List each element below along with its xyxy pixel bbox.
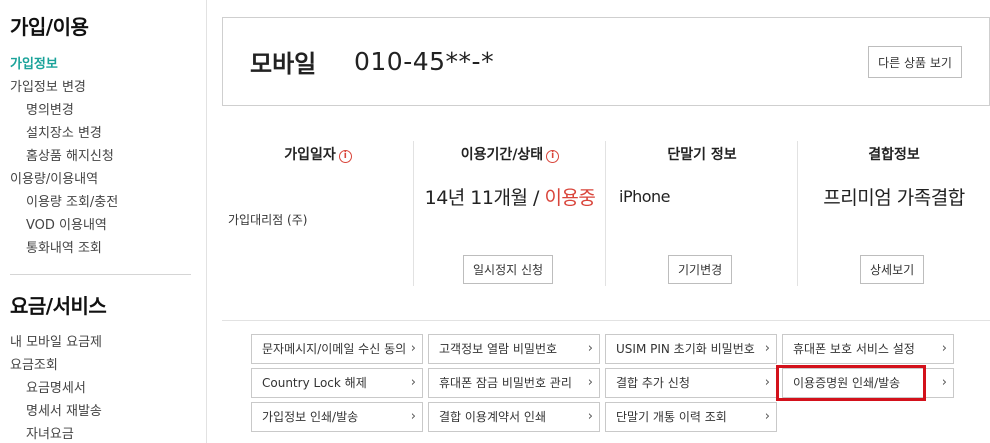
sidebar-item-install-location[interactable]: 설치장소 변경 xyxy=(26,122,102,141)
bundle-column: 결합정보 프리미엄 가족결합 상세보기 xyxy=(798,141,990,286)
bundle-add-request-link[interactable]: 결합 추가 신청 › xyxy=(605,368,777,398)
join-date-label: 가입일자 xyxy=(284,147,336,163)
period-heading: 이용기간/상태 i xyxy=(414,144,606,164)
product-header: 모바일 010-45**-* 다른 상품 보기 xyxy=(222,17,990,106)
sidebar: 가입/이용 가입정보 가입정보 변경 명의변경 설치장소 변경 홈상품 해지신청… xyxy=(0,0,200,443)
sidebar-item-child-billing[interactable]: 자녀요금 xyxy=(26,423,74,442)
chevron-right-icon: › xyxy=(410,409,416,424)
section-divider xyxy=(222,320,990,321)
device-activation-history-link[interactable]: 단말기 개통 이력 조회 › xyxy=(605,402,777,432)
sidebar-item-mobile-plan[interactable]: 내 모바일 요금제 xyxy=(10,331,102,350)
link-label: 문자메시지/이메일 수신 동의 xyxy=(262,342,407,356)
chevron-right-icon: › xyxy=(587,375,593,390)
phone-number: 010-45**-* xyxy=(354,47,495,76)
chevron-right-icon: › xyxy=(410,375,416,390)
customer-info-password-link[interactable]: 고객정보 열람 비밀번호 › xyxy=(428,334,600,364)
chevron-right-icon: › xyxy=(764,409,770,424)
info-icon[interactable]: i xyxy=(546,150,560,163)
sidebar-item-bill-statement[interactable]: 요금명세서 xyxy=(26,377,86,396)
separator-slash: / xyxy=(527,187,545,209)
bundle-value: 프리미엄 가족결합 xyxy=(823,187,965,209)
chevron-right-icon: › xyxy=(941,375,947,390)
usage-period-status: 14년 11개월 / 이용중 xyxy=(414,183,606,210)
usage-duration: 14년 11개월 xyxy=(424,187,528,209)
sms-email-consent-link[interactable]: 문자메시지/이메일 수신 동의 › xyxy=(251,334,423,364)
product-title: 모바일 xyxy=(250,50,317,78)
suspend-request-button[interactable]: 일시정지 신청 xyxy=(463,255,554,284)
link-label: 이용증명원 인쇄/발송 xyxy=(793,376,901,390)
sidebar-item-bill-inquiry[interactable]: 요금조회 xyxy=(10,354,58,373)
sidebar-divider xyxy=(10,274,191,275)
sidebar-heading-join: 가입/이용 xyxy=(10,15,89,39)
sidebar-item-statement-resend[interactable]: 명세서 재발송 xyxy=(26,400,102,419)
phone-protection-link[interactable]: 휴대폰 보호 서비스 설정 › xyxy=(782,334,954,364)
link-label: 단말기 개통 이력 조회 xyxy=(616,410,727,424)
chevron-right-icon: › xyxy=(587,341,593,356)
link-label: Country Lock 해제 xyxy=(262,376,367,390)
sidebar-item-call-history[interactable]: 통화내역 조회 xyxy=(26,237,102,256)
sidebar-item-join-info[interactable]: 가입정보 xyxy=(10,53,58,72)
link-label: 결합 추가 신청 xyxy=(616,376,690,390)
sidebar-heading-billing: 요금/서비스 xyxy=(10,294,107,318)
join-info-print-link[interactable]: 가입정보 인쇄/발송 › xyxy=(251,402,423,432)
sidebar-item-usage-charge[interactable]: 이용량 조회/충전 xyxy=(26,191,118,210)
phone-lock-password-link[interactable]: 휴대폰 잠금 비밀번호 관리 › xyxy=(428,368,600,398)
sidebar-item-name-change[interactable]: 명의변경 xyxy=(26,99,74,118)
join-agency: 가입대리점 (주) xyxy=(228,213,308,227)
device-change-button[interactable]: 기기변경 xyxy=(668,255,733,284)
chevron-right-icon: › xyxy=(410,341,416,356)
link-label: 가입정보 인쇄/발송 xyxy=(262,410,359,424)
sidebar-item-usage[interactable]: 이용량/이용내역 xyxy=(10,168,98,187)
bundle-heading: 결합정보 xyxy=(868,147,920,163)
info-icon[interactable]: i xyxy=(338,150,352,163)
usage-certificate-link[interactable]: 이용증명원 인쇄/발송 › xyxy=(782,368,954,398)
link-label: 휴대폰 보호 서비스 설정 xyxy=(793,342,915,356)
link-label: 고객정보 열람 비밀번호 xyxy=(439,342,558,356)
content-left-border xyxy=(206,0,207,443)
device-heading: 단말기 정보 xyxy=(667,147,737,163)
join-date-column: 가입일자 i 가입대리점 (주) xyxy=(222,141,414,286)
link-label: 결합 이용계약서 인쇄 xyxy=(439,410,546,424)
usim-pin-reset-link[interactable]: USIM PIN 초기화 비밀번호 › xyxy=(605,334,777,364)
sidebar-item-vod-history[interactable]: VOD 이용내역 xyxy=(26,214,107,233)
sidebar-item-home-cancel[interactable]: 홈상품 해지신청 xyxy=(26,145,114,164)
chevron-right-icon: › xyxy=(941,341,947,356)
other-products-button[interactable]: 다른 상품 보기 xyxy=(868,46,962,78)
link-label: USIM PIN 초기화 비밀번호 xyxy=(616,342,755,356)
bundle-contract-print-link[interactable]: 결합 이용계약서 인쇄 › xyxy=(428,402,600,432)
join-date-heading: 가입일자 i xyxy=(222,144,414,164)
device-model: iPhone xyxy=(619,187,671,206)
chevron-right-icon: › xyxy=(764,341,770,356)
link-label: 휴대폰 잠금 비밀번호 관리 xyxy=(439,376,572,390)
sidebar-item-join-info-change[interactable]: 가입정보 변경 xyxy=(10,76,86,95)
chevron-right-icon: › xyxy=(587,409,593,424)
device-column: 단말기 정보 iPhone 기기변경 xyxy=(606,141,798,286)
country-lock-link[interactable]: Country Lock 해제 › xyxy=(251,368,423,398)
period-status-column: 이용기간/상태 i 14년 11개월 / 이용중 일시정지 신청 xyxy=(414,141,606,286)
chevron-right-icon: › xyxy=(764,375,770,390)
status-text: 이용중 xyxy=(544,187,596,209)
bundle-detail-button[interactable]: 상세보기 xyxy=(860,255,925,284)
period-label: 이용기간/상태 xyxy=(460,147,544,163)
